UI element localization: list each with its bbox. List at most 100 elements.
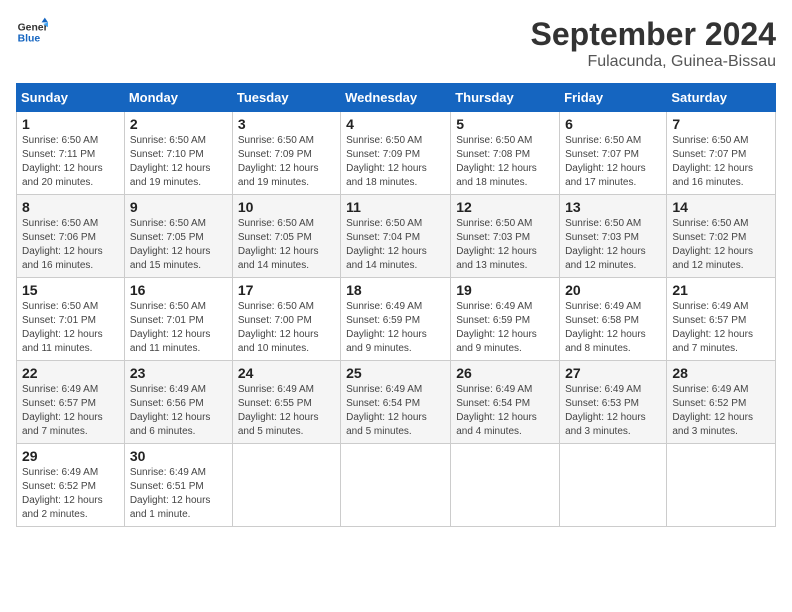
week-row-2: 8 Sunrise: 6:50 AM Sunset: 7:06 PM Dayli… — [17, 195, 776, 278]
day-number: 18 — [346, 282, 445, 298]
day-cell — [341, 444, 451, 527]
day-number: 14 — [672, 199, 770, 215]
day-cell: 14 Sunrise: 6:50 AM Sunset: 7:02 PM Dayl… — [667, 195, 776, 278]
column-header-monday: Monday — [124, 84, 232, 112]
day-cell: 18 Sunrise: 6:49 AM Sunset: 6:59 PM Dayl… — [341, 278, 451, 361]
day-detail: Sunrise: 6:50 AM Sunset: 7:09 PM Dayligh… — [238, 134, 335, 190]
day-number: 1 — [22, 116, 119, 132]
day-cell: 3 Sunrise: 6:50 AM Sunset: 7:09 PM Dayli… — [232, 112, 340, 195]
day-cell: 1 Sunrise: 6:50 AM Sunset: 7:11 PM Dayli… — [17, 112, 125, 195]
day-number: 11 — [346, 199, 445, 215]
day-cell: 5 Sunrise: 6:50 AM Sunset: 7:08 PM Dayli… — [451, 112, 560, 195]
day-cell: 19 Sunrise: 6:49 AM Sunset: 6:59 PM Dayl… — [451, 278, 560, 361]
day-cell: 25 Sunrise: 6:49 AM Sunset: 6:54 PM Dayl… — [341, 361, 451, 444]
day-detail: Sunrise: 6:50 AM Sunset: 7:10 PM Dayligh… — [130, 134, 227, 190]
day-detail: Sunrise: 6:50 AM Sunset: 7:11 PM Dayligh… — [22, 134, 119, 190]
day-detail: Sunrise: 6:49 AM Sunset: 6:59 PM Dayligh… — [346, 300, 445, 356]
day-cell: 20 Sunrise: 6:49 AM Sunset: 6:58 PM Dayl… — [560, 278, 667, 361]
day-cell: 12 Sunrise: 6:50 AM Sunset: 7:03 PM Dayl… — [451, 195, 560, 278]
column-header-tuesday: Tuesday — [232, 84, 340, 112]
day-number: 9 — [130, 199, 227, 215]
day-cell: 17 Sunrise: 6:50 AM Sunset: 7:00 PM Dayl… — [232, 278, 340, 361]
day-detail: Sunrise: 6:49 AM Sunset: 6:52 PM Dayligh… — [672, 383, 770, 439]
day-cell — [451, 444, 560, 527]
week-row-4: 22 Sunrise: 6:49 AM Sunset: 6:57 PM Dayl… — [17, 361, 776, 444]
day-cell: 28 Sunrise: 6:49 AM Sunset: 6:52 PM Dayl… — [667, 361, 776, 444]
day-number: 28 — [672, 365, 770, 381]
day-detail: Sunrise: 6:50 AM Sunset: 7:06 PM Dayligh… — [22, 217, 119, 273]
day-detail: Sunrise: 6:50 AM Sunset: 7:07 PM Dayligh… — [672, 134, 770, 190]
week-row-1: 1 Sunrise: 6:50 AM Sunset: 7:11 PM Dayli… — [17, 112, 776, 195]
day-number: 7 — [672, 116, 770, 132]
day-number: 24 — [238, 365, 335, 381]
day-number: 19 — [456, 282, 554, 298]
day-detail: Sunrise: 6:50 AM Sunset: 7:02 PM Dayligh… — [672, 217, 770, 273]
day-cell: 4 Sunrise: 6:50 AM Sunset: 7:09 PM Dayli… — [341, 112, 451, 195]
day-number: 2 — [130, 116, 227, 132]
day-cell: 21 Sunrise: 6:49 AM Sunset: 6:57 PM Dayl… — [667, 278, 776, 361]
day-number: 26 — [456, 365, 554, 381]
day-detail: Sunrise: 6:49 AM Sunset: 6:55 PM Dayligh… — [238, 383, 335, 439]
day-detail: Sunrise: 6:50 AM Sunset: 7:03 PM Dayligh… — [456, 217, 554, 273]
day-cell: 7 Sunrise: 6:50 AM Sunset: 7:07 PM Dayli… — [667, 112, 776, 195]
day-cell: 9 Sunrise: 6:50 AM Sunset: 7:05 PM Dayli… — [124, 195, 232, 278]
day-cell: 2 Sunrise: 6:50 AM Sunset: 7:10 PM Dayli… — [124, 112, 232, 195]
day-detail: Sunrise: 6:49 AM Sunset: 6:52 PM Dayligh… — [22, 466, 119, 522]
day-detail: Sunrise: 6:50 AM Sunset: 7:09 PM Dayligh… — [346, 134, 445, 190]
day-cell: 23 Sunrise: 6:49 AM Sunset: 6:56 PM Dayl… — [124, 361, 232, 444]
day-number: 27 — [565, 365, 661, 381]
day-number: 22 — [22, 365, 119, 381]
column-header-wednesday: Wednesday — [341, 84, 451, 112]
day-number: 30 — [130, 448, 227, 464]
day-number: 17 — [238, 282, 335, 298]
day-cell: 24 Sunrise: 6:49 AM Sunset: 6:55 PM Dayl… — [232, 361, 340, 444]
day-cell: 15 Sunrise: 6:50 AM Sunset: 7:01 PM Dayl… — [17, 278, 125, 361]
day-number: 29 — [22, 448, 119, 464]
day-cell: 13 Sunrise: 6:50 AM Sunset: 7:03 PM Dayl… — [560, 195, 667, 278]
day-cell: 30 Sunrise: 6:49 AM Sunset: 6:51 PM Dayl… — [124, 444, 232, 527]
header-row: SundayMondayTuesdayWednesdayThursdayFrid… — [17, 84, 776, 112]
day-detail: Sunrise: 6:50 AM Sunset: 7:01 PM Dayligh… — [130, 300, 227, 356]
logo: General Blue — [16, 16, 48, 48]
day-detail: Sunrise: 6:49 AM Sunset: 6:51 PM Dayligh… — [130, 466, 227, 522]
day-number: 21 — [672, 282, 770, 298]
day-number: 6 — [565, 116, 661, 132]
week-row-5: 29 Sunrise: 6:49 AM Sunset: 6:52 PM Dayl… — [17, 444, 776, 527]
day-number: 3 — [238, 116, 335, 132]
calendar-title: September 2024 — [531, 16, 776, 53]
day-detail: Sunrise: 6:49 AM Sunset: 6:56 PM Dayligh… — [130, 383, 227, 439]
day-detail: Sunrise: 6:50 AM Sunset: 7:03 PM Dayligh… — [565, 217, 661, 273]
column-header-friday: Friday — [560, 84, 667, 112]
header: General Blue September 2024 Fulacunda, G… — [16, 16, 776, 71]
title-section: September 2024 Fulacunda, Guinea-Bissau — [531, 16, 776, 71]
column-header-sunday: Sunday — [17, 84, 125, 112]
calendar-subtitle: Fulacunda, Guinea-Bissau — [531, 53, 776, 71]
day-detail: Sunrise: 6:50 AM Sunset: 7:04 PM Dayligh… — [346, 217, 445, 273]
day-cell — [560, 444, 667, 527]
day-cell: 29 Sunrise: 6:49 AM Sunset: 6:52 PM Dayl… — [17, 444, 125, 527]
day-number: 8 — [22, 199, 119, 215]
column-header-saturday: Saturday — [667, 84, 776, 112]
svg-text:Blue: Blue — [18, 34, 41, 45]
day-detail: Sunrise: 6:49 AM Sunset: 6:54 PM Dayligh… — [456, 383, 554, 439]
week-row-3: 15 Sunrise: 6:50 AM Sunset: 7:01 PM Dayl… — [17, 278, 776, 361]
day-cell — [232, 444, 340, 527]
day-detail: Sunrise: 6:49 AM Sunset: 6:54 PM Dayligh… — [346, 383, 445, 439]
logo-icon: General Blue — [16, 16, 48, 48]
day-number: 13 — [565, 199, 661, 215]
day-cell: 22 Sunrise: 6:49 AM Sunset: 6:57 PM Dayl… — [17, 361, 125, 444]
day-detail: Sunrise: 6:49 AM Sunset: 6:53 PM Dayligh… — [565, 383, 661, 439]
day-number: 5 — [456, 116, 554, 132]
day-detail: Sunrise: 6:50 AM Sunset: 7:01 PM Dayligh… — [22, 300, 119, 356]
day-cell: 8 Sunrise: 6:50 AM Sunset: 7:06 PM Dayli… — [17, 195, 125, 278]
day-detail: Sunrise: 6:50 AM Sunset: 7:05 PM Dayligh… — [130, 217, 227, 273]
day-number: 25 — [346, 365, 445, 381]
day-detail: Sunrise: 6:49 AM Sunset: 6:57 PM Dayligh… — [22, 383, 119, 439]
day-number: 4 — [346, 116, 445, 132]
day-detail: Sunrise: 6:50 AM Sunset: 7:00 PM Dayligh… — [238, 300, 335, 356]
day-cell: 16 Sunrise: 6:50 AM Sunset: 7:01 PM Dayl… — [124, 278, 232, 361]
day-number: 20 — [565, 282, 661, 298]
day-cell — [667, 444, 776, 527]
day-cell: 11 Sunrise: 6:50 AM Sunset: 7:04 PM Dayl… — [341, 195, 451, 278]
calendar-table: SundayMondayTuesdayWednesdayThursdayFrid… — [16, 83, 776, 527]
